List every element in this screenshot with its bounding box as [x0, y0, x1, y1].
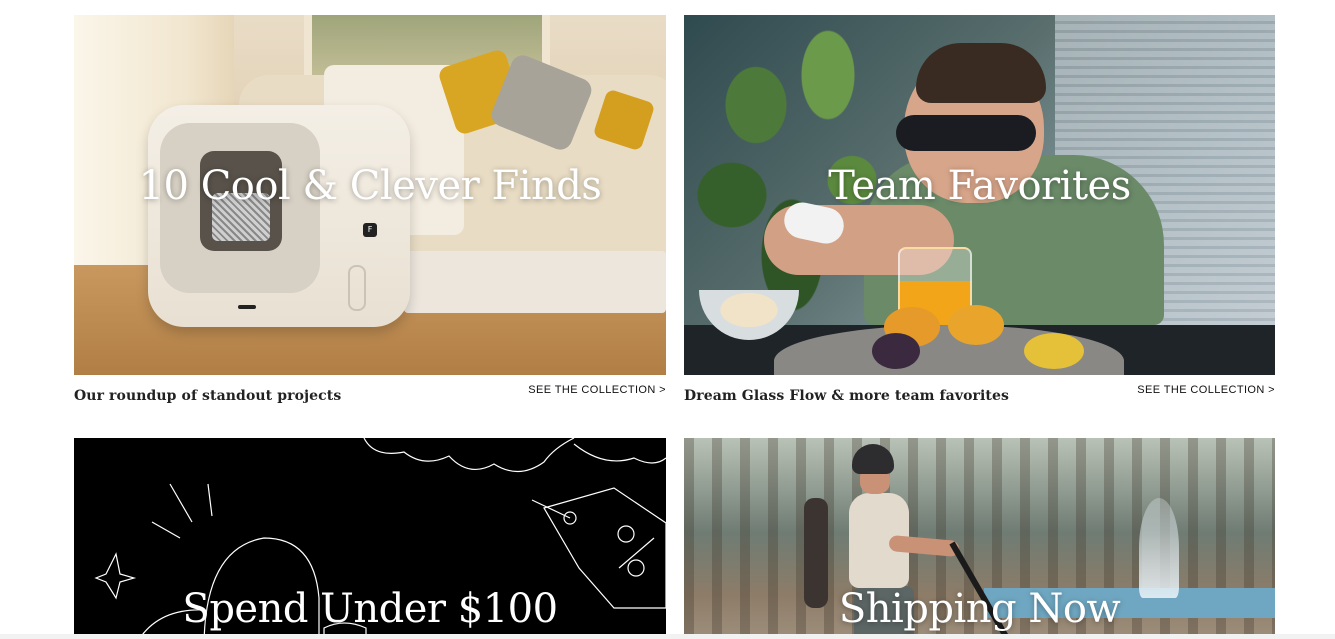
hero-image-fountain	[1139, 498, 1179, 598]
collection-hero-cool-finds[interactable]: F 10 Cool & Clever Finds	[74, 15, 666, 375]
collection-card-under-100[interactable]: Spend Under $100	[74, 438, 666, 639]
collection-title: Team Favorites	[828, 163, 1131, 209]
collection-title: 10 Cool & Clever Finds	[138, 163, 602, 209]
collection-caption: Our roundup of standout projects	[74, 388, 342, 404]
collections-grid: F 10 Cool & Clever Finds Our roundup of …	[0, 0, 1335, 639]
hero-image-rug	[404, 251, 666, 313]
collection-hero-team-favorites[interactable]: Team Favorites	[684, 15, 1275, 375]
collection-caption-row: Dream Glass Flow & more team favorites S…	[684, 375, 1275, 423]
hero-image-person-hair	[916, 43, 1046, 103]
hero-image-litter-box: F	[148, 105, 410, 327]
collection-title: Shipping Now	[838, 586, 1121, 632]
collection-card-shipping-now[interactable]: Shipping Now	[684, 438, 1275, 639]
collection-hero-under-100[interactable]: Spend Under $100	[74, 438, 666, 639]
collection-caption-row: Our roundup of standout projects SEE THE…	[74, 375, 666, 423]
hero-image-orange	[948, 305, 1004, 345]
hero-image-plum	[872, 333, 920, 369]
litter-box-button: F	[363, 223, 377, 237]
hero-image-lemon	[1024, 333, 1084, 369]
litter-box-slot	[348, 265, 366, 311]
see-collection-link[interactable]: SEE THE COLLECTION >	[1137, 384, 1275, 396]
litter-box-indicator	[238, 305, 256, 309]
collection-card-team-favorites[interactable]: Team Favorites Dream Glass Flow & more t…	[684, 15, 1275, 423]
collection-hero-shipping-now[interactable]: Shipping Now	[684, 438, 1275, 639]
see-collection-link[interactable]: SEE THE COLLECTION >	[528, 384, 666, 396]
page-bottom-edge	[0, 634, 1335, 639]
collection-title: Spend Under $100	[182, 586, 558, 632]
hero-image-smart-glasses	[896, 115, 1036, 151]
collection-caption: Dream Glass Flow & more team favorites	[684, 388, 1009, 404]
collection-card-cool-finds[interactable]: F 10 Cool & Clever Finds Our roundup of …	[74, 15, 666, 423]
